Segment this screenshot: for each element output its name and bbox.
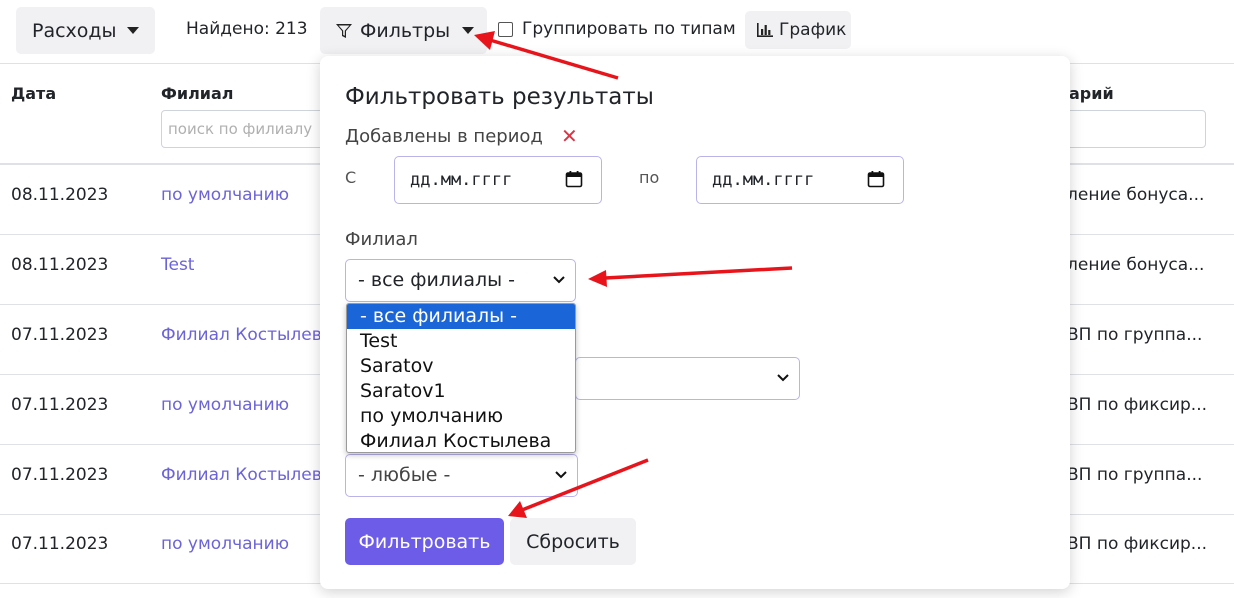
date-to-placeholder: дд.мм.гггг bbox=[712, 170, 815, 190]
cell-date: 07.11.2023 bbox=[11, 465, 109, 485]
cell-branch-link[interactable]: по умолчанию bbox=[161, 534, 289, 554]
period-label: Добавлены в период bbox=[345, 126, 543, 147]
calendar-icon[interactable] bbox=[565, 170, 583, 188]
cell-date: 07.11.2023 bbox=[11, 325, 109, 345]
branch-option[interactable]: Test bbox=[347, 329, 575, 354]
cell-branch-link[interactable]: по умолчанию bbox=[161, 185, 289, 205]
calendar-icon[interactable] bbox=[867, 170, 885, 188]
apply-filter-button[interactable]: Фильтровать bbox=[345, 518, 504, 565]
column-header-branch[interactable]: Филиал bbox=[161, 84, 234, 103]
chart-button[interactable]: График bbox=[745, 11, 851, 49]
cell-branch-link[interactable]: Test bbox=[161, 255, 194, 275]
branch-option[interactable]: Saratov1 bbox=[347, 379, 575, 404]
cell-date: 08.11.2023 bbox=[11, 185, 109, 205]
branch-search-input[interactable]: поиск по филиалу bbox=[161, 110, 331, 148]
cell-date: 07.11.2023 bbox=[11, 534, 109, 554]
cell-comment: ВП по фиксир... bbox=[1067, 395, 1208, 415]
filters-label: Фильтры bbox=[360, 19, 451, 42]
comment-search-input[interactable] bbox=[1060, 110, 1206, 148]
branch-option[interactable]: - все филиалы - bbox=[347, 304, 575, 329]
cell-date: 08.11.2023 bbox=[11, 255, 109, 275]
caret-down-icon bbox=[126, 27, 139, 34]
chevron-down-icon bbox=[555, 471, 567, 479]
branch-select-value: - все филиалы - bbox=[358, 269, 516, 291]
cell-comment: ВП по группа... bbox=[1067, 325, 1203, 345]
reset-filter-button[interactable]: Сбросить bbox=[510, 518, 636, 565]
chart-label: График bbox=[779, 20, 847, 40]
caret-down-icon bbox=[462, 27, 475, 34]
branch-option[interactable]: Saratov bbox=[347, 354, 575, 379]
cell-comment: ление бонуса... bbox=[1067, 185, 1205, 205]
group-by-type-checkbox[interactable] bbox=[498, 22, 513, 37]
cell-branch-link[interactable]: Филиал Костылев bbox=[161, 325, 322, 345]
any-select[interactable]: - любые - bbox=[345, 454, 578, 497]
chevron-down-icon bbox=[777, 374, 789, 382]
cell-branch-link[interactable]: Филиал Костылев bbox=[161, 465, 322, 485]
popup-title: Фильтровать результаты bbox=[345, 84, 654, 110]
branch-filter-label: Филиал bbox=[345, 229, 418, 250]
found-count: Найдено: 213 bbox=[186, 19, 308, 39]
cell-comment: ление бонуса... bbox=[1067, 255, 1205, 275]
expenses-dropdown-button[interactable]: Расходы bbox=[16, 7, 155, 54]
column-header-date[interactable]: Дата bbox=[11, 84, 56, 103]
cell-comment: ВП по группа... bbox=[1067, 465, 1203, 485]
branch-select[interactable]: - все филиалы - bbox=[345, 259, 576, 302]
bar-chart-icon bbox=[757, 23, 773, 37]
cell-comment: ВП по фиксир... bbox=[1067, 534, 1208, 554]
branch-option[interactable]: по умолчанию bbox=[347, 404, 575, 429]
date-to-label: по bbox=[639, 168, 660, 187]
funnel-icon bbox=[336, 23, 352, 38]
date-from-label: С bbox=[345, 168, 357, 187]
column-header-comment[interactable]: арий bbox=[1069, 84, 1114, 103]
chevron-down-icon bbox=[553, 276, 565, 284]
branch-option[interactable]: Филиал Костылева bbox=[347, 429, 575, 452]
cell-branch-link[interactable]: по умолчанию bbox=[161, 395, 289, 415]
branch-options-list: - все филиалы - Test Saratov Saratov1 по… bbox=[346, 303, 576, 453]
group-by-type-label[interactable]: Группировать по типам bbox=[522, 19, 736, 39]
date-from-placeholder: дд.мм.гггг bbox=[410, 170, 513, 190]
type-select[interactable] bbox=[575, 357, 800, 400]
expenses-label: Расходы bbox=[32, 19, 117, 42]
date-to-input[interactable]: дд.мм.гггг bbox=[696, 156, 904, 204]
any-select-value: - любые - bbox=[358, 464, 451, 486]
close-icon[interactable]: ✕ bbox=[561, 124, 578, 148]
toolbar: Расходы Найдено: 213 Фильтры Группироват… bbox=[0, 0, 1234, 64]
cell-date: 07.11.2023 bbox=[11, 395, 109, 415]
date-from-input[interactable]: дд.мм.гггг bbox=[394, 156, 602, 204]
filters-dropdown-button[interactable]: Фильтры bbox=[320, 7, 487, 54]
